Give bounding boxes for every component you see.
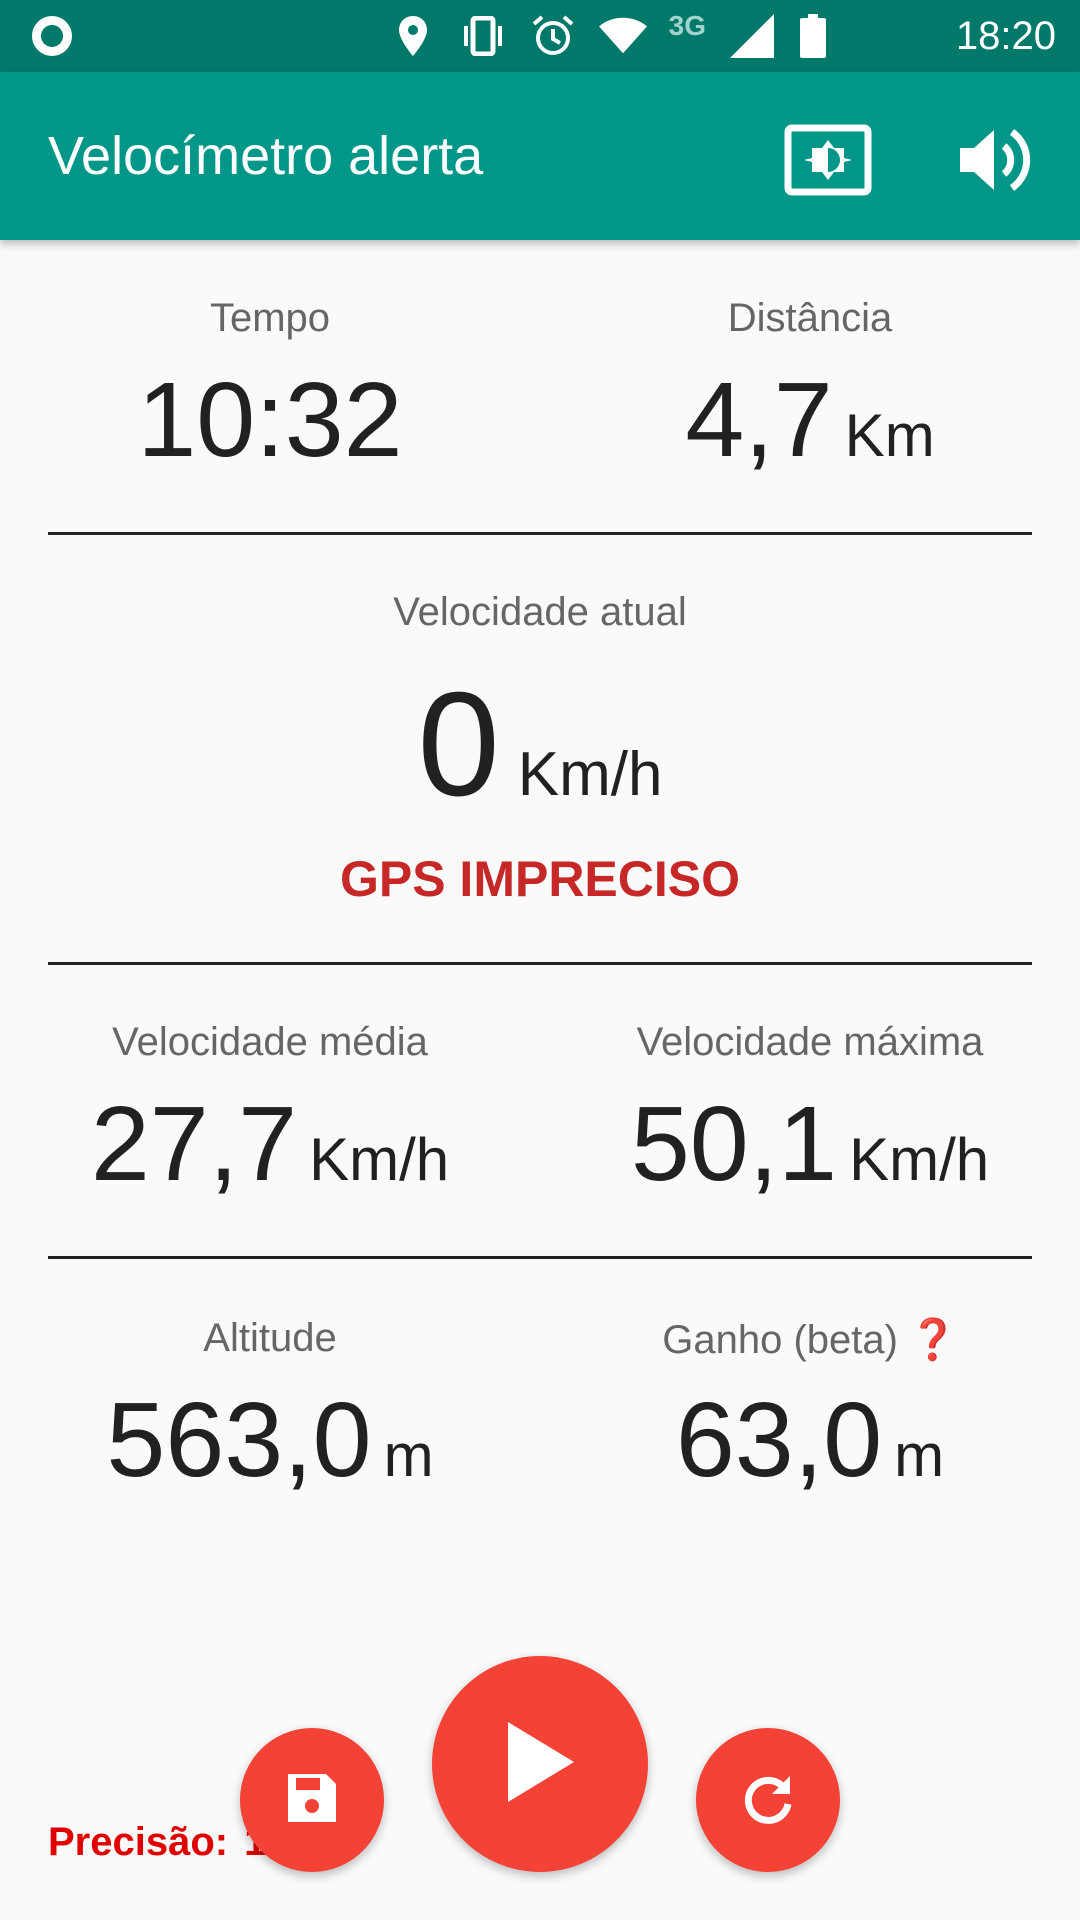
velocidade-atual-label: Velocidade atual xyxy=(393,590,687,634)
save-button[interactable] xyxy=(240,1728,384,1872)
velocidade-maxima-number: 50,1 xyxy=(630,1085,838,1203)
altitude-unit: m xyxy=(383,1422,434,1489)
vibrate-icon xyxy=(459,12,507,60)
velocidade-media-number: 27,7 xyxy=(90,1085,298,1203)
location-icon xyxy=(389,12,437,60)
alarm-icon xyxy=(529,12,577,60)
save-icon xyxy=(284,1770,340,1831)
ganho-number: 63,0 xyxy=(675,1381,883,1499)
status-icons: 3G xyxy=(389,12,828,60)
signal-icon xyxy=(728,12,776,60)
divider xyxy=(48,532,1032,535)
battery-icon xyxy=(798,12,828,60)
status-bar: 3G 18:20 xyxy=(0,0,1080,72)
velocidade-media-value: 27,7 Km/h xyxy=(0,1084,540,1205)
velocidade-maxima-value: 50,1 Km/h xyxy=(540,1084,1080,1205)
tempo-value: 10:32 xyxy=(0,360,540,481)
velocidade-media-unit: Km/h xyxy=(309,1126,450,1193)
distancia-label: Distância xyxy=(727,296,893,340)
divider xyxy=(48,962,1032,965)
distancia-value: 4,7 Km xyxy=(540,360,1080,481)
precision-label: Precisão: xyxy=(48,1820,229,1864)
tempo-number: 10:32 xyxy=(137,361,403,479)
tempo-label: Tempo xyxy=(209,296,331,340)
reset-button[interactable] xyxy=(696,1728,840,1872)
velocidade-maxima-label: Velocidade máxima xyxy=(636,1020,984,1064)
distancia-unit: Km xyxy=(844,402,935,469)
wifi-icon xyxy=(598,12,647,60)
reset-icon xyxy=(740,1770,796,1831)
velocidade-atual-number: 0 xyxy=(417,662,500,827)
app-title: Velocímetro alerta xyxy=(48,126,484,186)
ganho-unit: m xyxy=(894,1422,945,1489)
app-bar: Velocímetro alerta xyxy=(0,72,1080,240)
network-type: 3G xyxy=(668,10,706,41)
divider xyxy=(48,1256,1032,1259)
velocidade-maxima-unit: Km/h xyxy=(849,1126,990,1193)
velocidade-media-label: Velocidade média xyxy=(112,1020,428,1064)
play-icon xyxy=(504,1720,576,1809)
volume-button[interactable] xyxy=(948,114,1044,210)
ganho-value: 63,0 m xyxy=(540,1380,1080,1501)
volume-icon xyxy=(958,124,1034,201)
help-icon[interactable]: ❓ xyxy=(908,1318,958,1362)
velocidade-atual-unit: Km/h xyxy=(517,740,663,809)
brightness-button[interactable] xyxy=(780,114,876,210)
play-button[interactable] xyxy=(432,1656,648,1872)
altitude-number: 563,0 xyxy=(106,1381,372,1499)
velocidade-atual-value: 0 Km/h xyxy=(0,660,1080,830)
ganho-label: Ganho (beta) ❓ xyxy=(540,1316,1080,1363)
status-time: 18:20 xyxy=(955,14,1056,58)
ganho-label-text: Ganho (beta) xyxy=(662,1318,898,1362)
altitude-value: 563,0 m xyxy=(0,1380,540,1501)
altitude-label: Altitude xyxy=(203,1316,337,1360)
gps-warning: GPS IMPRECISO xyxy=(339,851,741,907)
notification-dot-icon xyxy=(32,16,72,56)
brightness-icon xyxy=(784,124,872,201)
distancia-number: 4,7 xyxy=(685,361,833,479)
